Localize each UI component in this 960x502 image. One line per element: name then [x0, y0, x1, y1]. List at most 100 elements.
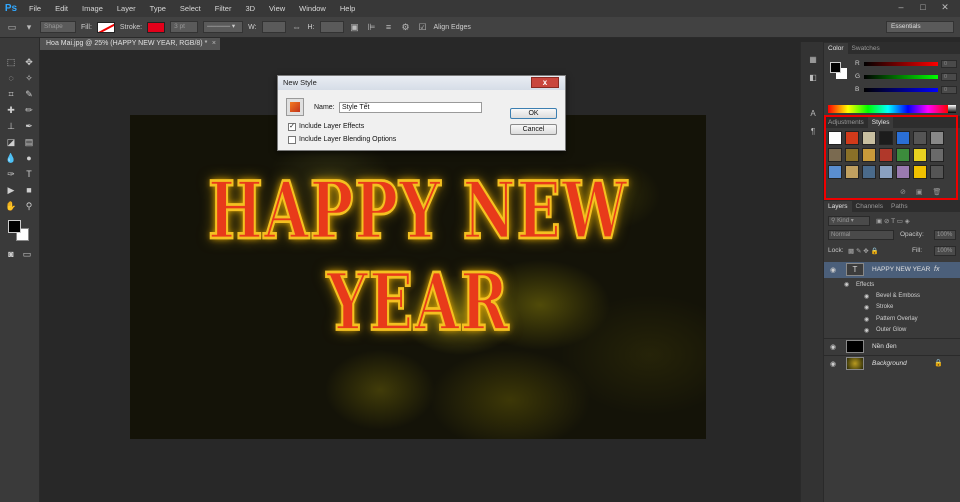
effect-visibility-icon[interactable]: ◉ [864, 293, 869, 300]
effect-pattern-overlay[interactable]: Pattern Overlay [876, 316, 918, 322]
character-icon[interactable]: A [807, 108, 819, 120]
red-slider[interactable] [864, 62, 938, 66]
menu-window[interactable]: Window [292, 0, 333, 17]
effect-stroke[interactable]: Stroke [876, 304, 893, 310]
cancel-button[interactable]: Cancel [510, 124, 557, 135]
tab-layers[interactable]: Layers [824, 201, 852, 212]
history-icon[interactable]: ▦ [807, 54, 819, 66]
blend-mode-select[interactable]: Normal [828, 230, 894, 240]
menu-file[interactable]: File [22, 0, 48, 17]
tab-paths[interactable]: Paths [887, 201, 912, 212]
hand-tool-icon[interactable]: ✋ [4, 200, 18, 212]
menu-layer[interactable]: Layer [110, 0, 143, 17]
close-tab-icon[interactable]: × [212, 38, 216, 50]
tab-channels[interactable]: Channels [852, 201, 887, 212]
visibility-eye-icon[interactable]: ◉ [830, 343, 836, 351]
quick-mask-icon[interactable]: ◙ [4, 248, 18, 260]
brush-tool-icon[interactable]: ✏ [22, 104, 36, 116]
document-tab[interactable]: Hoa Mai.jpg @ 25% (HAPPY NEW YEAR, RGB/8… [40, 38, 220, 50]
width-input[interactable] [261, 21, 286, 33]
zoom-tool-icon[interactable]: ⚲ [22, 200, 36, 212]
opacity-input[interactable]: 100% [934, 230, 956, 240]
shape-mode-select[interactable]: Shape [40, 21, 76, 33]
eyedropper-tool-icon[interactable]: ✎ [22, 88, 36, 100]
green-slider[interactable] [864, 75, 938, 79]
menu-filter[interactable]: Filter [208, 0, 239, 17]
chevron-down-icon[interactable]: ▾ [23, 21, 35, 33]
effect-visibility-icon[interactable]: ◉ [864, 304, 869, 311]
gear-icon[interactable]: ⚙ [400, 21, 412, 33]
effect-visibility-icon[interactable]: ◉ [864, 327, 869, 334]
screen-mode-icon[interactable]: ▭ [20, 248, 34, 260]
layer-name[interactable]: HAPPY NEW YEAR [872, 266, 930, 273]
pen-tool-icon[interactable]: ✑ [4, 168, 18, 180]
gradient-tool-icon[interactable]: ▤ [22, 136, 36, 148]
layer-filter-kind-select[interactable]: ⚲ Kind ▾ [828, 216, 870, 226]
menu-select[interactable]: Select [173, 0, 208, 17]
align-edges-checkbox[interactable]: ☑ [417, 21, 429, 33]
effect-bevel-emboss[interactable]: Bevel & Emboss [876, 293, 920, 299]
path-selection-tool-icon[interactable]: ▶ [4, 184, 18, 196]
dialog-close-button[interactable]: x [531, 77, 559, 88]
path-arrangement-icon[interactable]: ≡ [383, 21, 395, 33]
stroke-width-input[interactable]: 3 pt [170, 21, 199, 33]
include-layer-effects-checkbox[interactable]: ✓ [288, 123, 296, 131]
layer-row-black[interactable]: ◉ Nền đen [824, 338, 960, 354]
color-spectrum-bar[interactable] [828, 105, 948, 113]
fill-input[interactable]: 100% [934, 246, 956, 256]
dodge-tool-icon[interactable]: ● [22, 152, 36, 164]
move-tool-icon[interactable]: ✥ [22, 56, 36, 68]
color-foreground-swatch[interactable] [830, 62, 841, 73]
workspace-select[interactable]: Essentials [886, 21, 954, 33]
blue-value[interactable]: 0 [941, 86, 957, 94]
layer-row-text[interactable]: ◉ T HAPPY NEW YEAR fx [824, 262, 960, 278]
effect-outer-glow[interactable]: Outer Glow [876, 327, 906, 333]
stroke-type-select[interactable]: ───── ▾ [203, 21, 244, 33]
height-input[interactable] [319, 21, 344, 33]
menu-help[interactable]: Help [333, 0, 362, 17]
menu-view[interactable]: View [262, 0, 292, 17]
visibility-eye-icon[interactable]: ◉ [830, 266, 836, 274]
fx-icon[interactable]: fx [934, 266, 939, 273]
menu-3d[interactable]: 3D [238, 0, 262, 17]
layer-name[interactable]: Background [872, 360, 907, 367]
close-window-button[interactable]: ✕ [934, 0, 956, 14]
eraser-tool-icon[interactable]: ◪ [4, 136, 18, 148]
history-brush-tool-icon[interactable]: ✒ [22, 120, 36, 132]
marquee-tool-icon[interactable]: ⬚ [4, 56, 18, 68]
include-blending-options-checkbox[interactable] [288, 136, 296, 144]
link-icon[interactable]: ⇔ [291, 21, 303, 33]
visibility-eye-icon[interactable]: ◉ [830, 360, 836, 368]
effects-visibility-icon[interactable]: ◉ [844, 281, 849, 288]
grayscale-ramp[interactable] [948, 105, 956, 113]
rectangle-tool-icon[interactable]: ■ [22, 184, 36, 196]
effect-visibility-icon[interactable]: ◉ [864, 316, 869, 323]
crop-tool-icon[interactable]: ⌗ [4, 88, 18, 100]
tab-color[interactable]: Color [824, 43, 848, 54]
path-alignment-icon[interactable]: ⊫ [366, 21, 378, 33]
style-name-input[interactable]: Style Tết [339, 102, 482, 113]
foreground-color-swatch[interactable] [8, 220, 21, 233]
menu-type[interactable]: Type [143, 0, 173, 17]
layer-name[interactable]: Nền đen [872, 343, 897, 350]
healing-brush-tool-icon[interactable]: ✚ [4, 104, 18, 116]
blur-tool-icon[interactable]: 💧 [4, 152, 18, 164]
maximize-button[interactable]: □ [912, 0, 934, 14]
stroke-swatch[interactable] [147, 21, 166, 33]
minimize-button[interactable]: – [890, 0, 912, 14]
ok-button[interactable]: OK [510, 108, 557, 119]
paragraph-icon[interactable]: ¶ [807, 126, 819, 138]
fill-swatch[interactable] [96, 21, 115, 33]
green-value[interactable]: 0 [941, 73, 957, 81]
shape-tool-icon[interactable]: ▭ [6, 21, 18, 33]
menu-edit[interactable]: Edit [48, 0, 75, 17]
type-tool-icon[interactable]: T [22, 168, 36, 180]
lock-icons[interactable]: ▩ ✎ ✥ 🔒 [848, 247, 879, 255]
layer-filter-icons[interactable]: ▣ ⊘ T ▭ ◈ [876, 217, 910, 225]
menu-image[interactable]: Image [75, 0, 110, 17]
tab-swatches[interactable]: Swatches [848, 43, 884, 54]
blue-slider[interactable] [864, 88, 938, 92]
red-value[interactable]: 0 [941, 60, 957, 68]
properties-icon[interactable]: ◧ [807, 72, 819, 84]
magic-wand-tool-icon[interactable]: ✧ [22, 72, 36, 84]
